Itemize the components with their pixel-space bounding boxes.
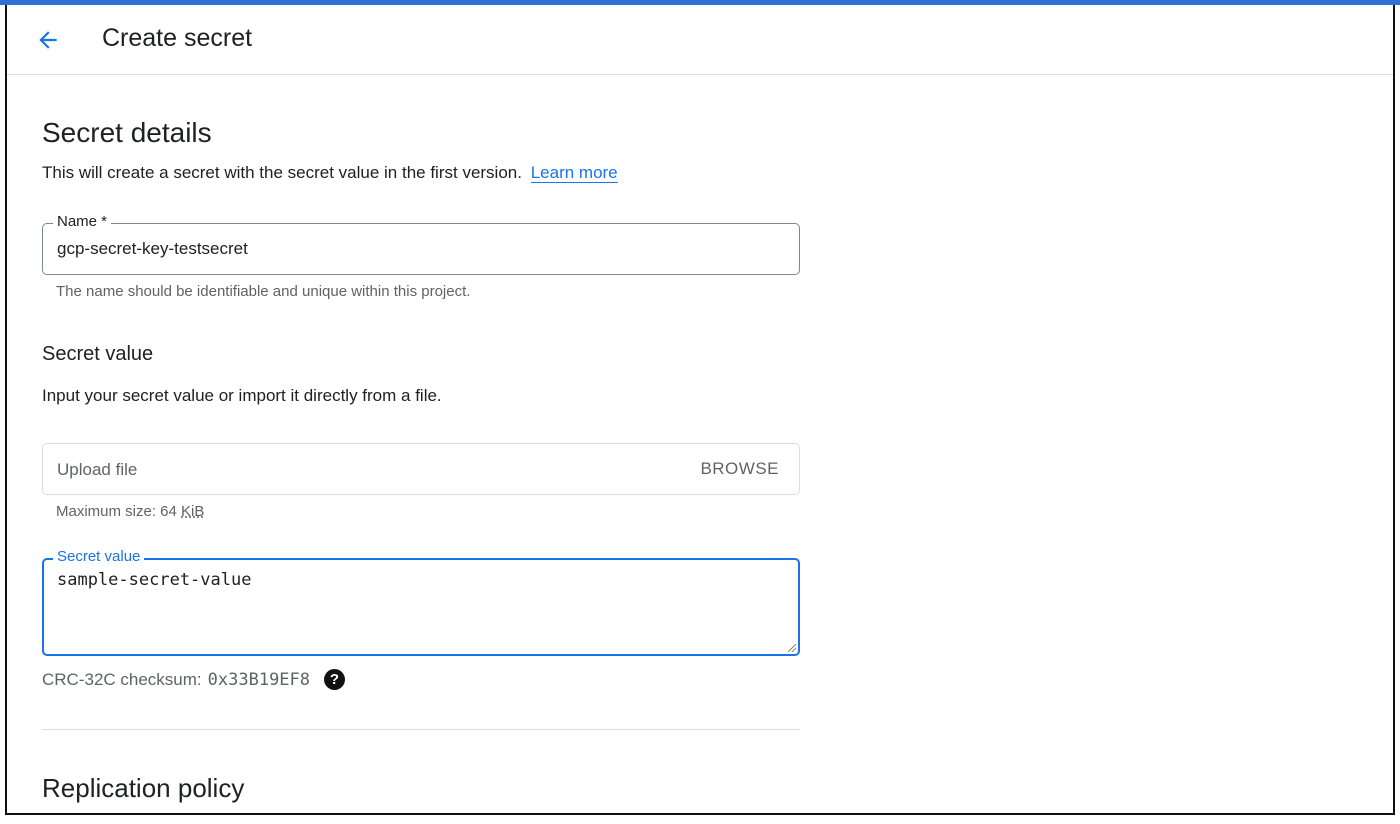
secret-details-heading: Secret details [42, 117, 212, 148]
name-field-value[interactable]: gcp-secret-key-testsecret [57, 239, 248, 259]
secret-value-description: Input your secret value or import it dir… [42, 386, 442, 405]
max-size-hint: Maximum size: 64 KiB [56, 503, 204, 520]
arrow-back-icon [39, 31, 57, 49]
back-button[interactable] [33, 25, 63, 55]
secret-value-field[interactable]: Secret value sample-secret-value [42, 548, 800, 656]
replication-policy-heading: Replication policy [42, 773, 245, 803]
name-field[interactable]: Name * gcp-secret-key-testsecret [42, 213, 800, 275]
browse-button[interactable]: BROWSE [700, 459, 779, 479]
upload-file-field[interactable]: Upload file BROWSE [42, 443, 800, 495]
checksum-label: CRC-32C checksum: [42, 669, 202, 689]
secret-value-field-label: Secret value [53, 548, 145, 565]
page-header: Create secret [7, 5, 1393, 75]
section-divider [42, 729, 800, 730]
resize-handle[interactable] [788, 644, 796, 652]
page-title: Create secret [102, 24, 253, 52]
secret-value-heading: Secret value [42, 343, 154, 365]
description-text: This will create a secret with the secre… [42, 163, 522, 182]
checksum-row: CRC-32C checksum: 0x33B19EF8 ? [42, 669, 346, 690]
kib-abbreviation: KiB [181, 503, 205, 520]
app-window: Create secret Secret details This will c… [5, 5, 1395, 815]
upload-file-placeholder: Upload file [57, 460, 138, 479]
secret-details-description: This will create a secret with the secre… [42, 163, 618, 183]
name-field-label: Name * [53, 213, 112, 230]
checksum-value: 0x33B19EF8 [207, 669, 311, 690]
name-field-hint: The name should be identifiable and uniq… [56, 283, 471, 300]
learn-more-link[interactable]: Learn more [530, 163, 618, 183]
secret-value-textarea[interactable]: sample-secret-value [57, 570, 251, 590]
max-size-text: Maximum size: 64 [56, 503, 182, 520]
help-icon[interactable]: ? [324, 669, 346, 690]
